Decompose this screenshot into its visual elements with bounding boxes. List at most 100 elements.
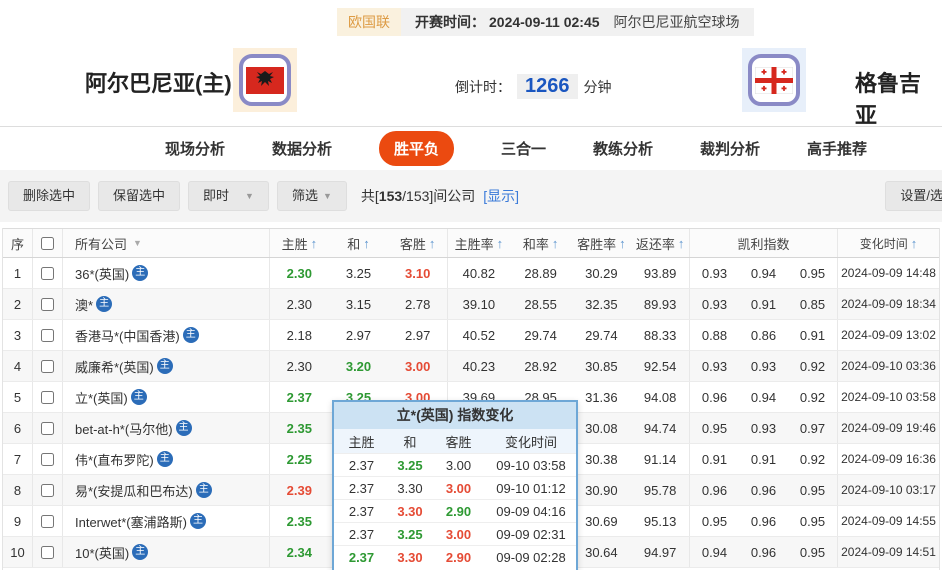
company-cell[interactable]: 威廉希*(英国)主 bbox=[63, 351, 270, 381]
kelly-cell: 0.930.910.85 bbox=[690, 289, 838, 319]
delete-selected-button[interactable]: 删除选中 bbox=[8, 181, 90, 211]
change-time-cell: 2024-09-09 13:02 bbox=[838, 320, 939, 350]
league-badge: 欧国联 bbox=[337, 8, 401, 36]
show-link[interactable]: [显示] bbox=[483, 188, 519, 204]
row-checkbox-cell[interactable] bbox=[33, 289, 63, 319]
row-checkbox-cell[interactable] bbox=[33, 444, 63, 474]
col-header-away-odds[interactable]: 客胜↑ bbox=[388, 229, 447, 257]
row-checkbox[interactable] bbox=[41, 298, 54, 311]
kelly-value: 0.95 bbox=[690, 421, 739, 436]
col-header-home-odds[interactable]: 主胜↑ bbox=[270, 229, 329, 257]
row-checkbox-cell[interactable] bbox=[33, 320, 63, 350]
draw-rate-cell: 29.74 bbox=[510, 320, 572, 350]
home-odds-cell: 2.30 bbox=[270, 289, 329, 319]
company-cell[interactable]: bet-at-h*(马尔他)主 bbox=[63, 413, 270, 443]
odds-group: 2.182.972.97 bbox=[270, 320, 448, 350]
company-name: 伟*(直布罗陀) bbox=[75, 450, 154, 469]
popup-row: 2.373.302.9009-09 02:28 bbox=[334, 545, 576, 568]
company-cell[interactable]: Interwet*(塞浦路斯)主 bbox=[63, 506, 270, 536]
company-cell[interactable]: 伟*(直布罗陀)主 bbox=[63, 444, 270, 474]
row-checkbox[interactable] bbox=[41, 453, 54, 466]
company-cell[interactable]: 立*(英国)主 bbox=[63, 382, 270, 412]
tab-expert-recommend[interactable]: 高手推荐 bbox=[807, 138, 867, 159]
row-checkbox[interactable] bbox=[41, 515, 54, 528]
row-index: 7 bbox=[3, 444, 33, 474]
col-header-home-rate[interactable]: 主胜率↑ bbox=[448, 229, 510, 257]
settings-button[interactable]: 设置/选 bbox=[885, 181, 942, 211]
payout-rate-cell: 95.13 bbox=[631, 506, 689, 536]
col-header-company[interactable]: 所有公司 ▼ bbox=[63, 229, 270, 257]
row-checkbox[interactable] bbox=[41, 391, 54, 404]
tab-data-analysis[interactable]: 数据分析 bbox=[272, 138, 332, 159]
row-checkbox[interactable] bbox=[41, 329, 54, 342]
company-name: Interwet*(塞浦路斯) bbox=[75, 512, 187, 531]
company-cell[interactable]: 10*(英国)主 bbox=[63, 537, 270, 567]
company-name: 威廉希*(英国) bbox=[75, 357, 154, 376]
row-checkbox-cell[interactable] bbox=[33, 475, 63, 505]
popup-draw-odds: 3.30 bbox=[389, 481, 431, 496]
kelly-value: 0.96 bbox=[739, 514, 788, 529]
home-rate-cell: 40.52 bbox=[448, 320, 510, 350]
chevron-down-icon: ▼ bbox=[245, 182, 254, 210]
kelly-value: 0.95 bbox=[690, 514, 739, 529]
instant-dropdown[interactable]: 即时 ▼ bbox=[188, 181, 269, 211]
col-header-away-rate[interactable]: 客胜率↑ bbox=[572, 229, 632, 257]
filter-dropdown-label: 筛选 bbox=[292, 182, 318, 210]
row-checkbox[interactable] bbox=[41, 546, 54, 559]
instant-dropdown-label: 即时 bbox=[203, 182, 229, 210]
draw-odds-cell: 2.97 bbox=[329, 320, 389, 350]
tab-three-in-one[interactable]: 三合一 bbox=[501, 138, 546, 159]
tab-live-analysis[interactable]: 现场分析 bbox=[165, 138, 225, 159]
change-time-cell: 2024-09-09 14:55 bbox=[838, 506, 939, 536]
home-odds-cell: 2.35 bbox=[270, 413, 329, 443]
row-checkbox[interactable] bbox=[41, 484, 54, 497]
kelly-value: 0.96 bbox=[690, 483, 739, 498]
home-rate-cell: 40.82 bbox=[448, 258, 510, 288]
home-odds-cell: 2.25 bbox=[270, 444, 329, 474]
row-checkbox-cell[interactable] bbox=[33, 413, 63, 443]
row-checkbox[interactable] bbox=[41, 267, 54, 280]
popup-away-odds: 3.00 bbox=[431, 458, 486, 473]
kelly-value: 0.85 bbox=[788, 297, 837, 312]
row-checkbox-cell[interactable] bbox=[33, 537, 63, 567]
kelly-value: 0.91 bbox=[739, 452, 788, 467]
row-checkbox-cell[interactable] bbox=[33, 506, 63, 536]
row-checkbox-cell[interactable] bbox=[33, 351, 63, 381]
col-header-payout-rate[interactable]: 返还率↑ bbox=[631, 229, 689, 257]
kelly-value: 0.97 bbox=[788, 421, 837, 436]
keep-selected-button[interactable]: 保留选中 bbox=[98, 181, 180, 211]
company-name: 澳* bbox=[75, 295, 93, 314]
row-checkbox-cell[interactable] bbox=[33, 258, 63, 288]
popup-col-time: 变化时间 bbox=[486, 432, 576, 451]
popup-change-time: 09-10 03:58 bbox=[486, 458, 576, 473]
home-odds-cell: 2.35 bbox=[270, 506, 329, 536]
company-cell[interactable]: 36*(英国)主 bbox=[63, 258, 270, 288]
col-header-draw-odds[interactable]: 和↑ bbox=[329, 229, 389, 257]
col-header-change-time[interactable]: 变化时间↑ bbox=[838, 229, 939, 257]
payout-rate-cell: 92.54 bbox=[631, 351, 689, 381]
col-header-draw-rate[interactable]: 和率↑ bbox=[510, 229, 572, 257]
kelly-cell: 0.940.960.95 bbox=[690, 537, 838, 567]
tab-referee-analysis[interactable]: 裁判分析 bbox=[700, 138, 760, 159]
rates-group: 40.2328.9230.8592.54 bbox=[448, 351, 690, 381]
row-checkbox[interactable] bbox=[41, 422, 54, 435]
row-checkbox-cell[interactable] bbox=[33, 382, 63, 412]
select-all-checkbox[interactable] bbox=[41, 237, 54, 250]
draw-rate-cell: 28.92 bbox=[510, 351, 572, 381]
tab-coach-analysis[interactable]: 教练分析 bbox=[593, 138, 653, 159]
company-cell[interactable]: 香港马*(中国香港)主 bbox=[63, 320, 270, 350]
away-odds-cell: 2.97 bbox=[388, 320, 447, 350]
away-odds-cell: 3.00 bbox=[388, 351, 447, 381]
primary-company-icon: 主 bbox=[196, 482, 212, 498]
sort-asc-icon: ↑ bbox=[311, 236, 318, 251]
tab-win-draw-lose[interactable]: 胜平负 bbox=[379, 131, 454, 166]
col-header-checkbox[interactable] bbox=[33, 229, 63, 257]
row-checkbox[interactable] bbox=[41, 360, 54, 373]
away-rate-cell: 30.69 bbox=[572, 506, 632, 536]
company-cell[interactable]: 易*(安提瓜和巴布达)主 bbox=[63, 475, 270, 505]
filter-dropdown[interactable]: 筛选 ▼ bbox=[277, 181, 347, 211]
kelly-value: 0.91 bbox=[788, 328, 837, 343]
company-cell[interactable]: 澳*主 bbox=[63, 289, 270, 319]
kelly-cell: 0.910.910.92 bbox=[690, 444, 838, 474]
popup-row: 2.373.253.0009-10 03:58 bbox=[334, 453, 576, 476]
